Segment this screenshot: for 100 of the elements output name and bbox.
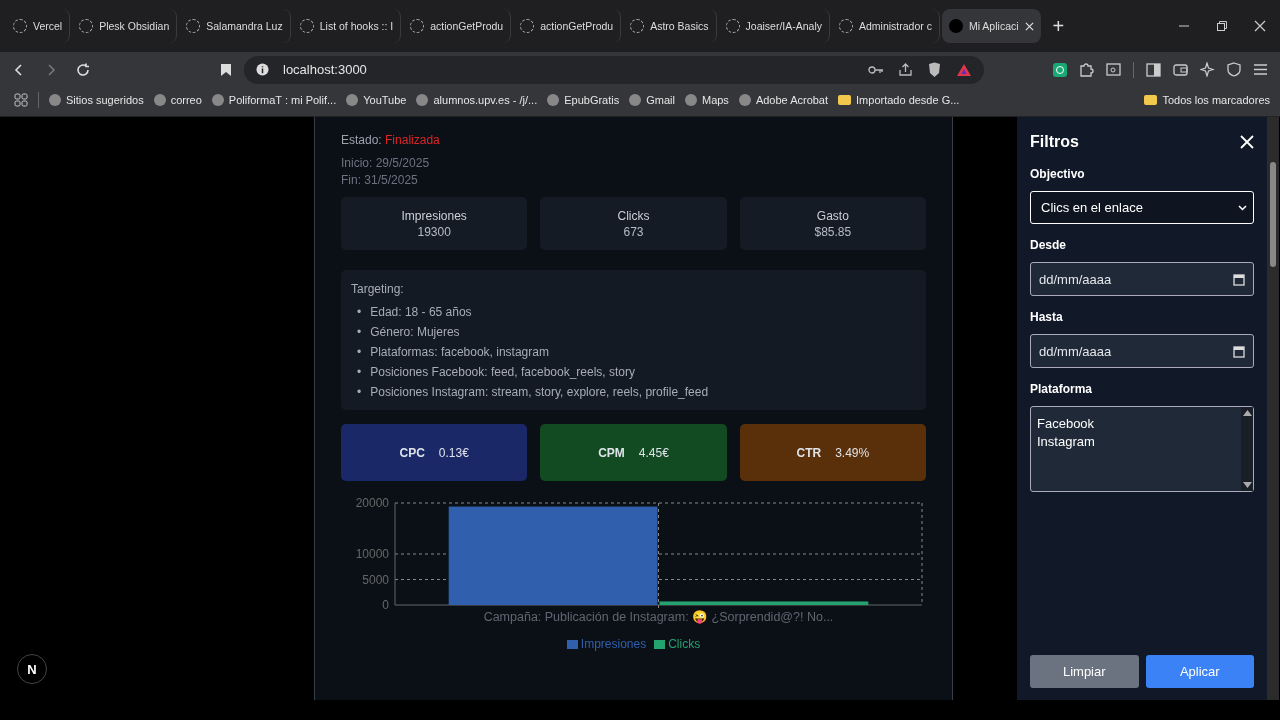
bookmark-link[interactable]: Gmail: [629, 93, 675, 106]
chevron-icon: [1238, 204, 1247, 211]
action-button[interactable]: Limpiar: [1030, 655, 1139, 688]
stat-label: Impresiones: [401, 208, 467, 223]
metric-value: 0.13€: [438, 445, 469, 460]
browser-tab[interactable]: Administrador c: [832, 9, 940, 43]
browser-tab[interactable]: List of hooks :: I: [292, 9, 402, 43]
targeting-title: Targeting:: [351, 282, 405, 296]
axis-tick-label: 5000: [362, 572, 389, 587]
reload-icon[interactable]: [76, 62, 90, 77]
bookmark-link[interactable]: EpubGratis: [547, 93, 620, 106]
folder-icon: [838, 94, 852, 105]
bookmark-link[interactable]: Maps: [684, 93, 729, 106]
shield-icon[interactable]: [1227, 62, 1241, 77]
targeting-item: Género: Mujeres: [370, 324, 460, 341]
bullet: •: [357, 384, 362, 401]
targeting-item: Plataformas: facebook, instagram: [370, 344, 549, 361]
site-icon: [738, 93, 751, 106]
scrollbar[interactable]: [1267, 117, 1279, 700]
extension-badge-icon[interactable]: [1053, 62, 1067, 77]
category-label: Campaña: Publicación de Instagram: 😜 ¿Sorprendid@?! No...: [483, 610, 834, 624]
bookmark-icon[interactable]: [220, 62, 232, 77]
bullet: •: [357, 344, 362, 361]
sparkle-icon[interactable]: [1200, 62, 1215, 77]
bookmark-link[interactable]: Adobe Acrobat: [738, 93, 829, 106]
metric-value: 4.45€: [638, 445, 669, 460]
status-text: Estado: Finalizada: [341, 133, 441, 147]
site-icon: [684, 93, 697, 106]
site-icon: [629, 93, 642, 106]
site-icon: [346, 93, 359, 106]
calendar-icon: [1233, 273, 1245, 286]
site-icon: [547, 93, 560, 106]
stat-value: 673: [623, 224, 644, 239]
bookmark-link[interactable]: alumnos.upv.es - /j/...: [416, 93, 538, 106]
bullet: •: [357, 324, 362, 341]
info-icon: [256, 63, 269, 76]
browser-tab[interactable]: actionGetProdu: [403, 9, 512, 43]
restore-icon[interactable]: [1216, 20, 1228, 32]
apps-grid-icon[interactable]: [14, 92, 28, 107]
field-label: Desde: [1030, 238, 1068, 252]
browser-tab[interactable]: actionGetProdu: [513, 9, 622, 43]
scroll-down-icon[interactable]: [1242, 482, 1252, 488]
site-icon: [153, 93, 166, 106]
site-icon: [49, 93, 61, 106]
site-icon: [416, 93, 429, 106]
bookmark-link[interactable]: PoliformaT : mi Polif...: [211, 93, 337, 106]
menu-icon[interactable]: [1253, 63, 1268, 76]
window-search-icon[interactable]: [1106, 62, 1121, 77]
browser-tab[interactable]: Mi Aplicaci: [941, 9, 1041, 43]
folder-icon: [1144, 94, 1158, 105]
bookmark-link[interactable]: correo: [153, 93, 202, 106]
stat-label: Gasto: [816, 208, 849, 223]
browser-tab[interactable]: Joaiser/IA-Analy: [718, 9, 830, 43]
legend-item[interactable]: Clicks: [654, 637, 701, 651]
share-icon[interactable]: [898, 62, 913, 77]
triangle-icon[interactable]: [956, 62, 972, 77]
dev-badge[interactable]: N: [17, 654, 47, 684]
close-icon[interactable]: [1254, 20, 1266, 32]
site-icon: [211, 93, 224, 106]
targeting-item: Posiciones Facebook: feed, facebook_reels, story: [370, 364, 636, 381]
metric-label: CTR: [796, 445, 822, 460]
date-field[interactable]: dd/mm/aaaa: [1030, 262, 1254, 296]
bullet: •: [357, 364, 362, 381]
puzzle-icon[interactable]: [1079, 62, 1094, 77]
browser-tab[interactable]: Astro Basics: [623, 9, 717, 43]
bookmark-link[interactable]: Sitios sugeridos: [49, 93, 144, 106]
bookmark-link[interactable]: Importado desde G...: [838, 93, 960, 106]
stat-value: 19300: [417, 224, 451, 239]
start-date: Inicio: 29/5/2025: [341, 155, 431, 172]
multi-select-list[interactable]: Facebook Instagram: [1030, 406, 1254, 492]
address-field[interactable]: localhost:3000: [244, 55, 984, 84]
metric-label: CPM: [598, 445, 625, 460]
key-icon[interactable]: [868, 63, 884, 76]
select-field[interactable]: Clics en el enlace: [1030, 191, 1254, 224]
calendar-icon: [1233, 345, 1245, 358]
browser-tab[interactable]: Vercel: [6, 9, 71, 43]
scroll-up-icon[interactable]: [1242, 410, 1252, 416]
bullet: •: [357, 304, 362, 321]
targeting-item: Edad: 18 - 65 años: [370, 304, 472, 321]
stat-label: Clicks: [617, 208, 650, 223]
browser-tab[interactable]: Plesk Obsidian: [72, 9, 178, 43]
list-option[interactable]: Instagram: [1037, 433, 1235, 451]
action-button[interactable]: Aplicar: [1145, 655, 1254, 688]
metric-value: 3.49%: [835, 445, 870, 460]
axis-tick-label: 10000: [355, 547, 389, 561]
date-field[interactable]: dd/mm/aaaa: [1030, 334, 1254, 368]
browser-tab[interactable]: Salamandra Luz: [179, 9, 291, 43]
field-label: Objectivo: [1030, 167, 1086, 181]
panel-title: Filtros: [1030, 133, 1079, 151]
bookmark-link[interactable]: Todos los marcadores: [1144, 93, 1270, 106]
metric-label: CPC: [399, 445, 425, 460]
site-icon: [948, 19, 963, 33]
field-label: Hasta: [1030, 310, 1064, 324]
bookmark-link[interactable]: YouTube: [346, 93, 407, 106]
sidebar-icon[interactable]: [1146, 62, 1161, 77]
list-option[interactable]: Facebook: [1037, 415, 1235, 433]
new-tab-button[interactable]: +: [1052, 14, 1065, 38]
wallet-icon[interactable]: [1173, 62, 1188, 77]
close-icon[interactable]: [1024, 21, 1034, 31]
lion-shield-icon[interactable]: [927, 61, 942, 78]
